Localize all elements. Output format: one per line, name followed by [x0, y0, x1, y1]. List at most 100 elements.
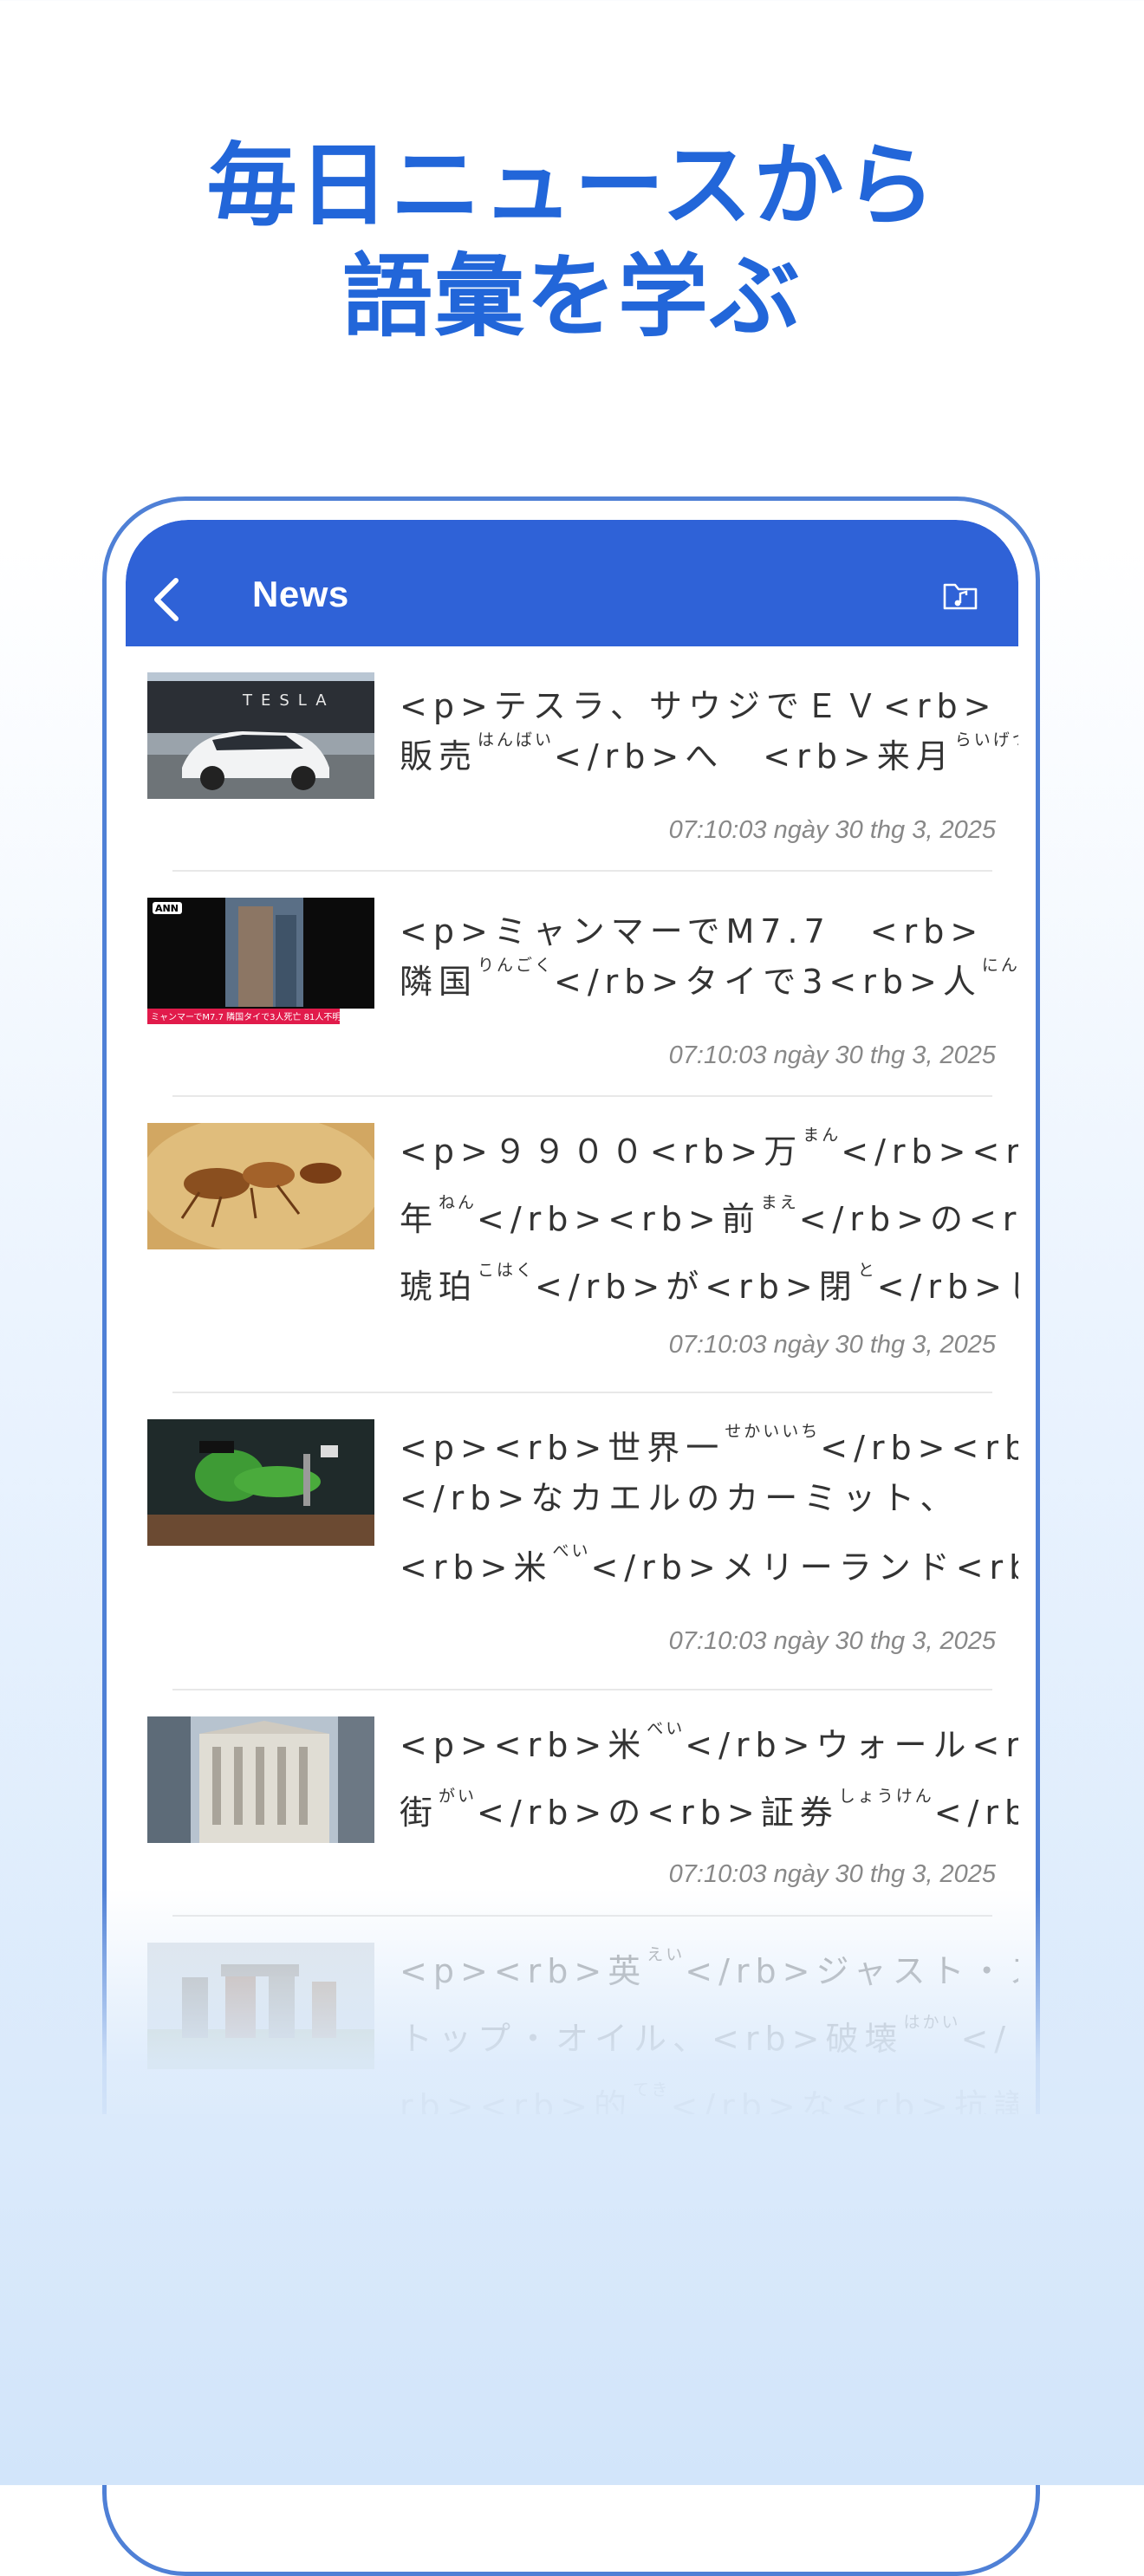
title-text: 隣国	[400, 963, 478, 1001]
furigana: りんごく	[478, 956, 555, 975]
title-segment: </rb>の<rb>	[477, 1794, 761, 1832]
title-text: </rb>ウォール<rb>	[685, 1726, 1018, 1764]
title-text: 人	[942, 963, 982, 1001]
title-segment: <p><rb>	[400, 1726, 608, 1764]
kanji-with-furigana: 米べい	[608, 1720, 685, 1764]
title-text: 年	[400, 1200, 439, 1238]
headline: 毎日ニュースから 語彙を学ぶ	[0, 130, 1144, 352]
title-segment: </rb><rb>	[477, 1200, 722, 1238]
title-text: </rb>じ	[876, 1268, 1018, 1306]
thumbnail-caption: ミャンマーでM7.7 隣国タイで3人死亡 81人不明	[151, 1011, 341, 1022]
news-timestamp: 07:10:03 ngày 30 thg 3, 2025	[668, 1041, 996, 1069]
title-segment: </rb>ウォール<rb>	[685, 1726, 1018, 1764]
title-text: </rb>なカエルのカーミット、	[400, 1479, 959, 1517]
title-text: <p>９９００<rb>	[400, 1132, 764, 1171]
title-text: 来月	[876, 737, 955, 775]
furigana: こはく	[478, 1261, 536, 1280]
news-timestamp: 07:10:03 ngày 30 thg 3, 2025	[668, 1627, 996, 1655]
furigana: べい	[647, 1719, 686, 1738]
bottom-background	[0, 2114, 1144, 2485]
title-text: </rb>が<rb>	[535, 1268, 819, 1306]
title-text: 閉	[818, 1268, 858, 1306]
furigana: ねん	[439, 1193, 478, 1212]
music-folder-icon[interactable]	[942, 581, 978, 612]
kanji-with-furigana: 万まん	[764, 1126, 841, 1171]
page-title: News	[252, 574, 349, 614]
title-text: </rb>の<rb>	[477, 1794, 761, 1832]
kanji-with-furigana: 前まえ	[721, 1194, 799, 1238]
title-segment: </rb>じ	[877, 1268, 1018, 1306]
title-segment: </rb>なカエルのカーミット、	[400, 1479, 959, 1517]
title-text: </rb>へ <rb>	[554, 737, 877, 775]
title-text: 米	[608, 1726, 647, 1764]
kanji-with-furigana: 世界一せかいいち	[608, 1423, 820, 1467]
furigana: しょうけん	[838, 1787, 934, 1806]
furigana: はんばい	[478, 730, 555, 749]
title-text: </rb>の<rb>	[798, 1200, 1018, 1238]
furigana: まえ	[760, 1193, 799, 1212]
title-text: 万	[764, 1132, 803, 1171]
kanji-with-furigana: 年ねん	[400, 1194, 477, 1238]
title-segment: <p><rb>	[400, 1429, 608, 1467]
title-text: 証券	[760, 1794, 839, 1832]
furigana: べい	[552, 1541, 591, 1561]
furigana: がい	[439, 1787, 478, 1806]
title-text: 琥珀	[400, 1268, 478, 1306]
title-text: <p><rb>	[400, 1726, 608, 1764]
title-segment: </rb>の<rb>	[799, 1200, 1018, 1238]
title-segment: <p>９９００<rb>	[400, 1132, 764, 1171]
news-timestamp: 07:10:03 ngày 30 thg 3, 2025	[668, 1331, 996, 1359]
chevron-left-icon[interactable]	[150, 574, 185, 626]
kanji-with-furigana: 人にん	[942, 957, 1018, 1001]
kanji-with-furigana: 証券しょうけん	[760, 1788, 934, 1832]
amber-insect-photo	[147, 1123, 374, 1249]
title-text: <p>ミャンマーでM7.7 <rb>	[400, 912, 985, 951]
title-text: 米	[513, 1548, 553, 1586]
title-segment: </rb><rb>	[820, 1429, 1018, 1467]
title-text: 前	[721, 1200, 761, 1238]
news-timestamp: 07:10:03 ngày 30 thg 3, 2025	[668, 816, 996, 844]
title-text: </rb>メリーランド<rb>	[590, 1548, 1018, 1586]
title-text: </rb><rb>	[477, 1200, 722, 1238]
title-segment: </rb>メリーランド<rb>	[590, 1548, 1018, 1586]
furigana: せかいいち	[725, 1422, 821, 1441]
title-segment: </rb><rb>	[841, 1132, 1018, 1171]
news-item[interactable]: <p><rb>世界一せかいいち</rb><rb>有名ゆうめい</rb>なカエルの…	[126, 1393, 1018, 1690]
title-segment: <rb>	[400, 1548, 513, 1586]
news-item[interactable]: <p>９９００<rb>万まん</rb><rb>年ねん</rb><rb>前まえ</…	[126, 1097, 1018, 1393]
headline-line-1: 毎日ニュースから	[206, 133, 938, 238]
title-text: <p>テスラ、サウジでＥＶ<rb>	[400, 687, 998, 725]
navbar: News	[126, 520, 1018, 646]
furigana: まん	[803, 1126, 842, 1145]
news-item[interactable]: ANN ミャンマーでM7.7 隣国タイで3人死亡 81人不明 ANN <p>ミャンマ…	[126, 872, 1018, 1097]
svg-text:TESLA: TESLA	[242, 691, 335, 710]
title-text: </rb><rb>	[933, 1794, 1018, 1832]
news-timestamp: 07:10:03 ngày 30 thg 3, 2025	[668, 1860, 996, 1888]
headline-line-2: 語彙を学ぶ	[341, 243, 802, 349]
stock-exchange-building-photo	[147, 1716, 374, 1843]
thumbnail-badge: ANN	[155, 903, 179, 914]
kanji-with-furigana: 米べい	[513, 1542, 590, 1586]
title-segment: <p>ミャンマーでM7.7 <rb>	[400, 912, 984, 951]
kanji-with-furigana: 販売はんばい	[400, 731, 554, 775]
kanji-with-furigana: 琥珀こはく	[400, 1262, 535, 1306]
title-text: 販売	[400, 737, 478, 775]
title-text: </rb>タイで3<rb>	[554, 963, 943, 1001]
kanji-with-furigana: 隣国りんごく	[400, 957, 554, 1001]
title-segment: </rb>が<rb>	[535, 1268, 819, 1306]
kermit-frog-photo	[147, 1419, 374, 1546]
kanji-with-furigana: 来月らいげつ	[876, 731, 1018, 775]
title-text: 世界一	[608, 1429, 725, 1467]
kanji-with-furigana: 閉と	[818, 1262, 877, 1306]
title-segment: </rb>タイで3<rb>	[554, 963, 943, 1001]
title-text: <rb>	[400, 1548, 514, 1586]
news-item[interactable]: TESLA <p>テスラ、サウジでＥＶ<rb> 販売はんばい</rb>へ <rb>…	[126, 646, 1018, 872]
kanji-with-furigana: 街がい	[400, 1788, 477, 1832]
title-segment: </rb>へ <rb>	[554, 737, 877, 775]
furigana: と	[857, 1261, 877, 1280]
news-item[interactable]: <p><rb>米べい</rb>ウォール<rb> 街がい</rb>の<rb>証券しょ…	[126, 1690, 1018, 1917]
myanmar-earthquake-news-photo: ANN ミャンマーでM7.7 隣国タイで3人死亡 81人不明 ANN	[147, 898, 374, 1024]
title-text: </rb><rb>	[841, 1132, 1018, 1171]
title-segment: </rb><rb>	[934, 1794, 1018, 1832]
tesla-car-photo: TESLA	[147, 672, 374, 799]
